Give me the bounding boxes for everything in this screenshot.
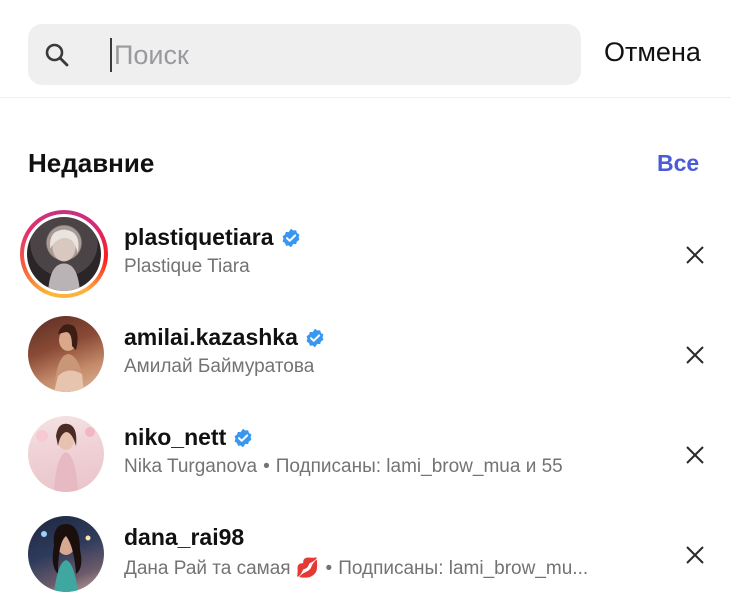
- subtitle: Nika Turganova • Подписаны: lami_brow_mua …: [124, 456, 563, 478]
- cancel-button[interactable]: Отмена: [604, 37, 701, 68]
- section-title-recent: Недавние: [28, 148, 155, 178]
- recent-item[interactable]: plastiquetiara Plastique Tiara: [0, 210, 731, 306]
- avatar: [27, 217, 101, 291]
- separator-dot: •: [263, 456, 270, 477]
- see-all-link[interactable]: Все: [657, 150, 699, 177]
- subtitle: Дана Рай та самая 💋 • Подписаны: lami_brow…: [124, 556, 588, 580]
- avatar-image: [28, 516, 104, 592]
- separator-dot: •: [325, 558, 333, 579]
- subtitle: Амилай Баймуратова: [124, 356, 314, 378]
- full-name: Амилай Баймуратова: [124, 356, 315, 377]
- remove-recent-close-icon[interactable]: [684, 244, 706, 266]
- followed-by: Подписаны: lami_brow_mua и 55: [275, 456, 563, 477]
- verified-badge-icon: [234, 428, 252, 447]
- verified-badge-icon: [282, 228, 299, 247]
- recent-item[interactable]: niko_nett Nika Turganova • Подписаны: lami…: [0, 410, 731, 506]
- recent-item[interactable]: dana_rai98 Дана Рай та самая 💋 • Подписаны…: [0, 510, 731, 600]
- remove-recent-close-icon[interactable]: [684, 544, 706, 566]
- search-icon: [45, 43, 69, 67]
- full-name: Дана Рай та самая 💋: [124, 558, 320, 579]
- followed-by: Подписаны: lami_brow_mu...: [338, 558, 589, 579]
- username-line: niko_nett: [124, 424, 253, 451]
- remove-recent-close-icon[interactable]: [684, 344, 706, 366]
- search-input[interactable]: [114, 35, 554, 75]
- username: niko_nett: [124, 424, 227, 450]
- subtitle: Plastique Tiara: [124, 256, 250, 278]
- full-name: Nika Turganova: [124, 456, 258, 477]
- recent-item[interactable]: amilai.kazashka Амилай Баймуратова: [0, 310, 731, 406]
- avatar-image: [28, 316, 104, 392]
- avatar-image: [28, 416, 104, 492]
- username-line: amilai.kazashka: [124, 324, 325, 351]
- remove-recent-close-icon[interactable]: [684, 444, 706, 466]
- username: dana_rai98: [124, 524, 245, 550]
- username: plastiquetiara: [124, 224, 274, 250]
- username: amilai.kazashka: [124, 324, 298, 350]
- text-caret: [110, 38, 112, 72]
- story-ring[interactable]: [20, 210, 108, 298]
- avatar[interactable]: [28, 516, 104, 592]
- avatar[interactable]: [28, 416, 104, 492]
- search-box[interactable]: [28, 24, 581, 85]
- full-name: Plastique Tiara: [124, 256, 250, 277]
- verified-badge-icon: [306, 328, 324, 347]
- username-line: plastiquetiara: [124, 224, 301, 251]
- avatar-image: [48, 229, 80, 291]
- avatar[interactable]: [28, 316, 104, 392]
- username-line: dana_rai98: [124, 524, 244, 551]
- search-header: Отмена: [0, 0, 731, 98]
